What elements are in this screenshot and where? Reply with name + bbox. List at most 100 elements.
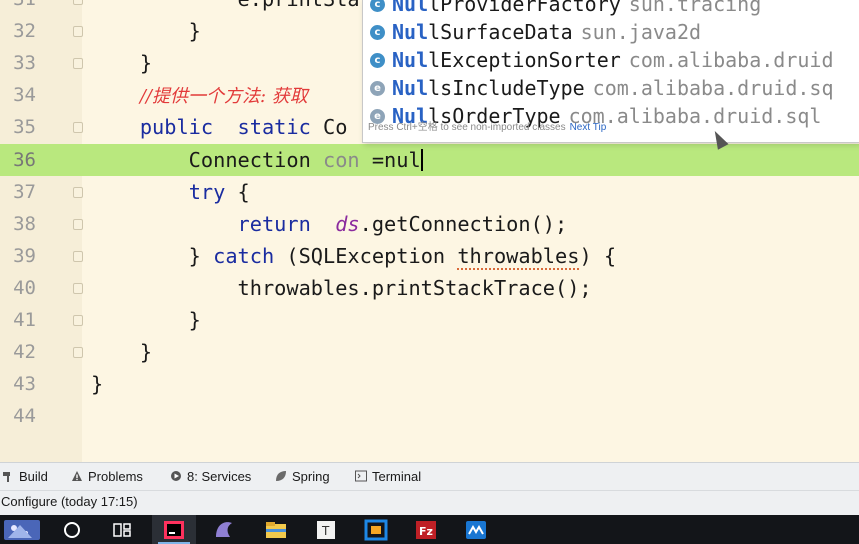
code-text[interactable]: } catch (SQLException throwables) {: [91, 240, 616, 272]
completion-match-text: Nul: [392, 76, 429, 100]
status-bar: Configure (today 17:15): [0, 490, 859, 515]
code-line[interactable]: 43}: [0, 368, 859, 400]
code-line[interactable]: 42 }: [0, 336, 859, 368]
completion-package: sun.java2d: [580, 20, 702, 44]
code-token: }: [91, 243, 214, 268]
code-line[interactable]: 38 return ds.getConnection();: [0, 208, 859, 240]
terminal-tool-button[interactable]: Terminal: [355, 463, 421, 491]
fold-marker-icon[interactable]: [73, 218, 83, 230]
services-tool-button[interactable]: 8: Services: [170, 463, 251, 491]
fold-marker-icon[interactable]: [73, 315, 83, 326]
services-label: 8: Services: [187, 469, 252, 484]
problems-tool-button[interactable]: Problems: [71, 463, 143, 491]
completion-item[interactable]: c NullProviderFactory sun.tracing: [363, 0, 859, 18]
completion-rest-text: lExceptionSorter: [428, 48, 621, 72]
completion-rest-text: lProviderFactory: [428, 0, 621, 16]
completion-item-name: NullSurfaceData sun.java2d: [392, 18, 701, 46]
completion-item[interactable]: e NullsIncludeType com.alibaba.druid.sq: [363, 74, 859, 102]
completion-item[interactable]: c NullExceptionSorter com.alibaba.druid: [363, 46, 859, 74]
code-line[interactable]: 39 } catch (SQLException throwables) {: [0, 240, 859, 272]
line-number: 43: [13, 373, 36, 396]
fold-marker-icon[interactable]: [73, 186, 83, 198]
code-token: ds: [335, 211, 360, 236]
code-line[interactable]: 44: [0, 400, 859, 432]
code-token: =nul: [359, 147, 421, 172]
mysql-workbench-taskbar-button[interactable]: [202, 515, 246, 544]
search-button[interactable]: [50, 515, 94, 544]
code-text[interactable]: try {: [91, 176, 250, 208]
typora-taskbar-button[interactable]: T: [304, 515, 348, 544]
terminal-label: Terminal: [372, 469, 422, 484]
svg-text:T: T: [321, 524, 330, 538]
completion-hint-text: Press Ctrl+空格 to see non-imported classe…: [368, 122, 566, 133]
completion-item-name: NullProviderFactory sun.tracing: [392, 0, 761, 18]
code-text[interactable]: }: [91, 336, 152, 368]
fold-marker-icon[interactable]: [73, 122, 83, 134]
filezilla-icon: Fz: [416, 521, 436, 539]
enum-icon: e: [370, 81, 385, 96]
line-number: 35: [13, 116, 36, 139]
code-line[interactable]: 36 Connection con =nul: [0, 143, 859, 176]
code-text[interactable]: }: [91, 304, 201, 336]
virtualbox-taskbar-button[interactable]: [354, 515, 398, 544]
code-token: {: [225, 179, 250, 204]
line-number: 38: [13, 212, 36, 235]
completion-footer: Press Ctrl+空格 to see non-imported classe…: [363, 118, 859, 142]
code-text[interactable]: }: [91, 15, 201, 47]
code-line[interactable]: 41 }: [0, 304, 859, 336]
intellij-idea-taskbar-button[interactable]: [152, 515, 196, 544]
line-number: 39: [13, 244, 36, 267]
next-tip-link[interactable]: Next Tip: [570, 122, 607, 133]
completion-match-text: Nul: [392, 20, 429, 44]
code-token: }: [91, 19, 201, 44]
code-token: .getConnection();: [359, 211, 568, 236]
typora-icon: T: [317, 521, 335, 539]
fold-marker-icon[interactable]: [73, 347, 83, 359]
completion-rest-text: lsIncludeType: [428, 76, 585, 100]
spring-tool-button[interactable]: Spring: [275, 463, 330, 491]
file-explorer-taskbar-button[interactable]: [254, 515, 298, 544]
code-text[interactable]: throwables.printStackTrace();: [91, 272, 592, 304]
xshell-icon: [466, 521, 486, 539]
code-text[interactable]: //提供一个方法: 获取: [91, 79, 308, 113]
start-button[interactable]: [0, 515, 44, 544]
code-text[interactable]: return ds.getConnection();: [91, 208, 568, 240]
build-label: Build: [19, 469, 48, 484]
code-completion-popup[interactable]: c NullProviderFactory sun.tracing c NullSurf…: [362, 0, 859, 143]
fold-marker-icon[interactable]: [73, 282, 83, 294]
status-text[interactable]: Configure (today 17:15): [1, 494, 138, 509]
code-line[interactable]: 37 try {: [0, 176, 859, 208]
code-editor[interactable]: 31 e.printSta 32 } 33 } 34 //提供一个方法: 获取 35 p…: [0, 0, 859, 462]
xshell-taskbar-button[interactable]: [454, 515, 498, 544]
line-number: 33: [13, 52, 36, 75]
code-token: }: [91, 308, 201, 332]
code-token: //提供一个方法: 获取: [139, 86, 308, 108]
code-text[interactable]: Connection con =nul: [91, 144, 423, 176]
completion-match-text: Nul: [392, 48, 429, 72]
completion-item-name: NullsIncludeType com.alibaba.druid.sq: [392, 74, 834, 102]
code-token: catch: [213, 243, 275, 268]
completion-item[interactable]: c NullSurfaceData sun.java2d: [363, 18, 859, 46]
completion-match-text: Nul: [392, 0, 429, 16]
hammer-icon: [3, 472, 10, 482]
code-token: throwables.printStackTrace();: [91, 275, 592, 300]
code-text[interactable]: }: [91, 47, 152, 79]
task-view-button[interactable]: [100, 515, 144, 544]
completion-package: com.alibaba.druid.sq: [592, 76, 834, 100]
fold-marker-icon[interactable]: [73, 250, 83, 262]
completion-package: com.alibaba.druid: [628, 48, 834, 72]
fold-marker-icon[interactable]: [73, 58, 83, 70]
completion-package: sun.tracing: [628, 0, 762, 16]
code-line[interactable]: 40 throwables.printStackTrace();: [0, 272, 859, 304]
code-text[interactable]: public static Co: [91, 111, 348, 143]
code-text[interactable]: e.printSta: [91, 0, 360, 15]
build-tool-button[interactable]: Build: [2, 463, 48, 491]
fold-marker-icon[interactable]: [73, 26, 83, 38]
fold-marker-icon[interactable]: [73, 0, 83, 5]
filezilla-taskbar-button[interactable]: Fz: [404, 515, 448, 544]
problems-label: Problems: [88, 469, 143, 484]
code-text[interactable]: }: [91, 368, 103, 400]
